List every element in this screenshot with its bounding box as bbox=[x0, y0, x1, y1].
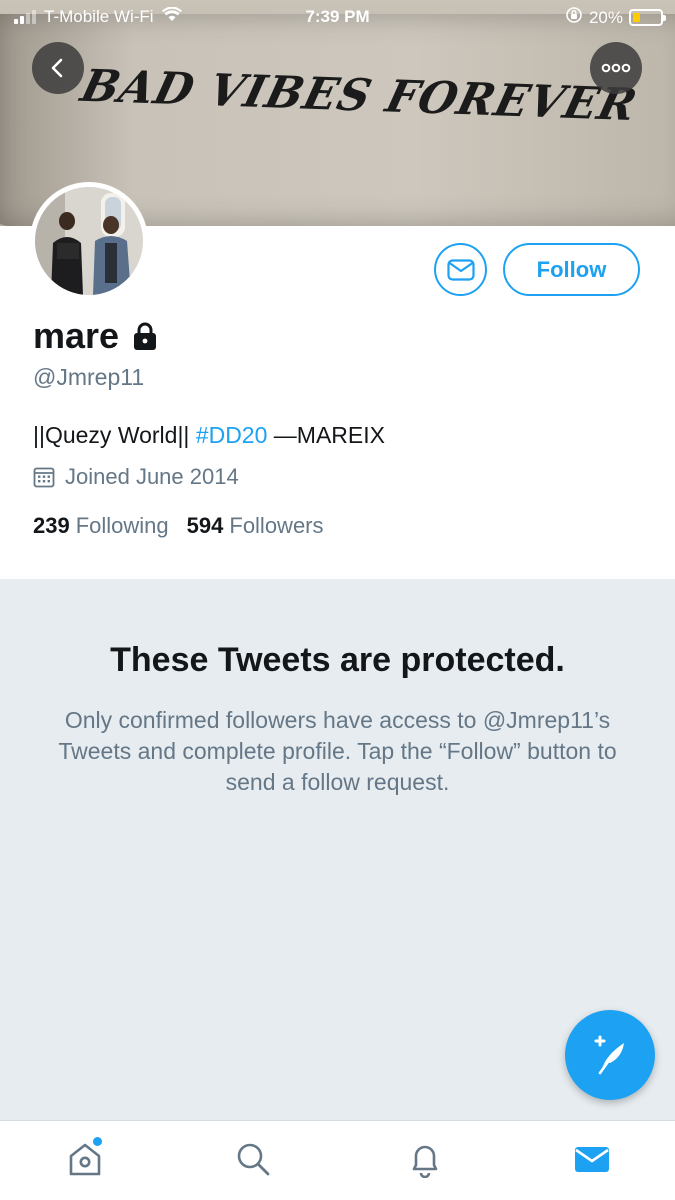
status-bar: T-Mobile Wi-Fi 7:39 PM 20% bbox=[0, 0, 675, 34]
followers-count: 594 bbox=[186, 513, 224, 538]
following-label: Following bbox=[75, 513, 169, 538]
bio-text-suffix: —MAREIX bbox=[267, 422, 385, 448]
bell-icon bbox=[412, 1145, 438, 1178]
protected-title: These Tweets are protected. bbox=[110, 641, 565, 679]
joined-date: Joined June 2014 bbox=[33, 464, 239, 490]
mail-icon bbox=[575, 1147, 609, 1172]
tab-search[interactable] bbox=[233, 1139, 273, 1179]
search-icon bbox=[237, 1143, 270, 1176]
following-count: 239 bbox=[33, 513, 70, 538]
message-button[interactable] bbox=[434, 243, 487, 296]
profile-name: mare bbox=[33, 315, 120, 356]
follow-button[interactable]: Follow bbox=[503, 243, 640, 296]
tab-messages[interactable] bbox=[572, 1139, 612, 1179]
followers-link[interactable]: 594 Followers bbox=[187, 513, 324, 539]
tab-home[interactable] bbox=[65, 1137, 105, 1179]
tab-notifications[interactable] bbox=[405, 1139, 445, 1179]
lock-icon bbox=[134, 322, 157, 350]
calendar-icon bbox=[33, 467, 55, 488]
orientation-lock-icon bbox=[565, 6, 583, 29]
compose-icon bbox=[594, 1035, 624, 1075]
tab-bar bbox=[0, 1120, 675, 1200]
profile-name-row: mare bbox=[33, 315, 159, 357]
battery-icon bbox=[629, 9, 666, 26]
envelope-icon bbox=[446, 258, 475, 281]
more-icon bbox=[601, 63, 631, 73]
profile-bio: ||Quezy World|| #DD20 —MAREIX bbox=[33, 422, 385, 449]
following-link[interactable]: 239 Following bbox=[33, 513, 169, 539]
compose-tweet-button[interactable] bbox=[565, 1010, 655, 1100]
bio-text: ||Quezy World|| bbox=[33, 422, 196, 448]
avatar[interactable] bbox=[30, 182, 148, 300]
home-notification-dot bbox=[93, 1137, 102, 1146]
battery-percent: 20% bbox=[588, 7, 623, 27]
protected-message: Only confirmed followers have access to … bbox=[58, 707, 617, 795]
back-button[interactable] bbox=[32, 42, 84, 94]
bio-hashtag-link[interactable]: #DD20 bbox=[196, 422, 268, 448]
profile-handle: @Jmrep11 bbox=[33, 364, 145, 390]
back-icon bbox=[51, 58, 63, 78]
follow-counts: 239 Following 594 Followers bbox=[33, 513, 324, 539]
followers-label: Followers bbox=[229, 513, 324, 538]
joined-label: Joined June 2014 bbox=[65, 464, 239, 489]
more-options-button[interactable] bbox=[590, 42, 642, 94]
